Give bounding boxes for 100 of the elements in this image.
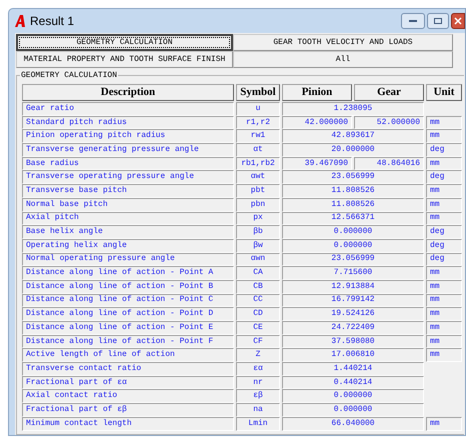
table-cell: CB bbox=[236, 280, 280, 294]
table-cell: r1,r2 bbox=[236, 116, 280, 130]
table-cell: CE bbox=[236, 321, 280, 335]
table-cell: Active length of line of action bbox=[22, 348, 234, 362]
table-cell: 12.566371 bbox=[282, 212, 424, 226]
table-cell: 20.000000 bbox=[282, 143, 424, 157]
table-cell: Distance along line of action - Point B bbox=[22, 280, 234, 294]
table-cell: Pinion operating pitch radius bbox=[22, 129, 234, 144]
close-icon bbox=[454, 17, 462, 25]
table-cell: 16.799142 bbox=[282, 294, 424, 308]
table-cell: 24.722409 bbox=[282, 321, 424, 335]
table-cell: αwt bbox=[236, 170, 280, 184]
table-cell: mm bbox=[426, 334, 462, 348]
table-cell: αt bbox=[236, 143, 280, 157]
table-cell: 0.000000 bbox=[282, 225, 424, 239]
table-cell: mm bbox=[426, 416, 462, 430]
table-cell: Transverse contact ratio bbox=[22, 362, 234, 376]
table-cell: mm bbox=[426, 348, 462, 362]
app-logo-icon bbox=[14, 15, 26, 27]
table-cell: CA bbox=[236, 266, 280, 280]
table-cell: Transverse operating pressure angle bbox=[22, 170, 234, 184]
table-cell: Axial pitch bbox=[22, 212, 234, 226]
table-cell: 42.893617 bbox=[282, 129, 424, 144]
table-cell: 17.006810 bbox=[282, 348, 424, 362]
table-cell: CF bbox=[236, 334, 280, 348]
table-cell: CD bbox=[236, 307, 280, 321]
tab[interactable]: MATERIAL PROPERTY AND TOOTH SURFACE FINISH bbox=[16, 51, 233, 68]
table-cell: nr bbox=[236, 376, 280, 390]
column-header[interactable]: Description bbox=[22, 84, 234, 101]
table-cell: pbt bbox=[236, 184, 280, 198]
table-cell: mm bbox=[426, 184, 462, 198]
table-cell: mm bbox=[426, 307, 462, 321]
minimize-button[interactable] bbox=[401, 13, 425, 29]
column-header[interactable]: Gear bbox=[354, 84, 424, 101]
table-cell: Z bbox=[236, 348, 280, 362]
table-cell: 0.440214 bbox=[282, 376, 424, 390]
table-cell: Transverse generating pressure angle bbox=[22, 143, 234, 157]
column-header[interactable]: Unit bbox=[426, 84, 462, 101]
table-cell: Distance along line of action - Point C bbox=[22, 294, 234, 308]
tab[interactable]: All bbox=[233, 51, 453, 68]
table-cell: 7.715600 bbox=[282, 266, 424, 280]
minimize-icon bbox=[408, 19, 418, 23]
table-cell: 23.056999 bbox=[282, 252, 424, 266]
table-cell: 19.524126 bbox=[282, 307, 424, 321]
table-cell: rw1 bbox=[236, 129, 280, 144]
table-cell: 12.913884 bbox=[282, 280, 424, 294]
table-cell: Fractional part of εα bbox=[22, 376, 234, 390]
table-cell: Distance along line of action - Point E bbox=[22, 321, 234, 335]
table-cell: Normal base pitch bbox=[22, 198, 234, 212]
tab[interactable]: GEAR TOOTH VELOCITY AND LOADS bbox=[233, 34, 453, 51]
tab[interactable]: GEOMETRY CALCULATION bbox=[16, 34, 233, 51]
table-cell: mm bbox=[426, 156, 462, 170]
table-cell: deg bbox=[426, 170, 462, 184]
close-button[interactable] bbox=[451, 13, 465, 29]
column-header[interactable]: Pinion bbox=[282, 84, 352, 101]
table-cell: 37.598080 bbox=[282, 334, 424, 348]
table-cell: 42.000000 bbox=[282, 116, 352, 130]
table-cell: βw bbox=[236, 238, 280, 253]
table-cell: Minimum contact length bbox=[22, 416, 234, 430]
table-cell: 39.467090 bbox=[282, 156, 352, 170]
table-cell: mm bbox=[426, 321, 462, 335]
table-cell: deg bbox=[426, 252, 462, 266]
table-cell: 1.238095 bbox=[282, 102, 424, 116]
table-cell: mm bbox=[426, 198, 462, 212]
table-cell: 52.000000 bbox=[354, 116, 424, 130]
table-cell: mm bbox=[426, 266, 462, 280]
table-cell: Operating helix angle bbox=[22, 238, 234, 253]
table-cell: αwn bbox=[236, 252, 280, 266]
table-cell: mm bbox=[426, 212, 462, 226]
table-cell: u bbox=[236, 102, 280, 116]
table-cell: na bbox=[236, 403, 280, 417]
table-cell: rb1,rb2 bbox=[236, 156, 280, 170]
table-cell: 48.864016 bbox=[354, 156, 424, 170]
table-cell: εβ bbox=[236, 389, 280, 404]
table-cell: 0.000000 bbox=[282, 403, 424, 417]
table-cell: deg bbox=[426, 238, 462, 253]
table-cell: βb bbox=[236, 225, 280, 239]
table-cell: Transverse base pitch bbox=[22, 184, 234, 198]
table-cell: deg bbox=[426, 225, 462, 239]
table-cell: Base radius bbox=[22, 156, 234, 170]
table-cell: Fractional part of εβ bbox=[22, 403, 234, 417]
table-cell: mm bbox=[426, 294, 462, 308]
table-cell: Lmin bbox=[236, 416, 280, 430]
column-header[interactable]: Symbol bbox=[236, 84, 280, 101]
table-cell: px bbox=[236, 212, 280, 226]
table-cell: 0.000000 bbox=[282, 389, 424, 404]
table-cell: Axial contact ratio bbox=[22, 389, 234, 404]
table-cell: Standard pitch radius bbox=[22, 116, 234, 130]
table-cell: mm bbox=[426, 280, 462, 294]
table-cell: Normal operating pressure angle bbox=[22, 252, 234, 266]
table-cell: Distance along line of action - Point A bbox=[22, 266, 234, 280]
maximize-button[interactable] bbox=[427, 13, 449, 29]
table-cell: CC bbox=[236, 294, 280, 308]
table-cell: Distance along line of action - Point D bbox=[22, 307, 234, 321]
table-cell: 11.808526 bbox=[282, 198, 424, 212]
table-cell: 1.440214 bbox=[282, 362, 424, 376]
table-cell: deg bbox=[426, 143, 462, 157]
table-cell: Gear ratio bbox=[22, 102, 234, 116]
table-cell: 0.000000 bbox=[282, 238, 424, 253]
table-cell: Base helix angle bbox=[22, 225, 234, 239]
